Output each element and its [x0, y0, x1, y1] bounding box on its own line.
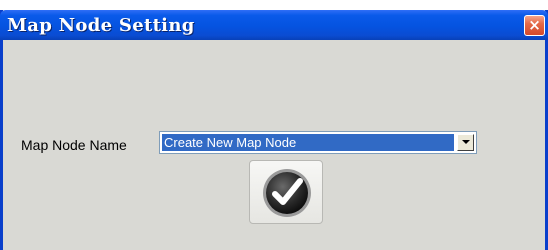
- map-node-name-label: Map Node Name: [21, 137, 127, 153]
- close-button[interactable]: ×: [524, 15, 545, 36]
- dialog-window: Map Node Setting × Map Node Name Create …: [0, 10, 548, 250]
- close-icon: ×: [528, 16, 541, 34]
- chevron-down-icon: [462, 140, 470, 144]
- confirm-button[interactable]: [249, 160, 323, 224]
- title-bar: Map Node Setting ×: [0, 10, 548, 40]
- map-node-name-select[interactable]: Create New Map Node: [159, 131, 477, 154]
- selected-map-node: Create New Map Node: [162, 134, 454, 151]
- dropdown-button[interactable]: [457, 134, 474, 151]
- window-title: Map Node Setting: [7, 15, 195, 36]
- background-strip: [0, 0, 548, 10]
- checkmark-icon: [263, 169, 311, 217]
